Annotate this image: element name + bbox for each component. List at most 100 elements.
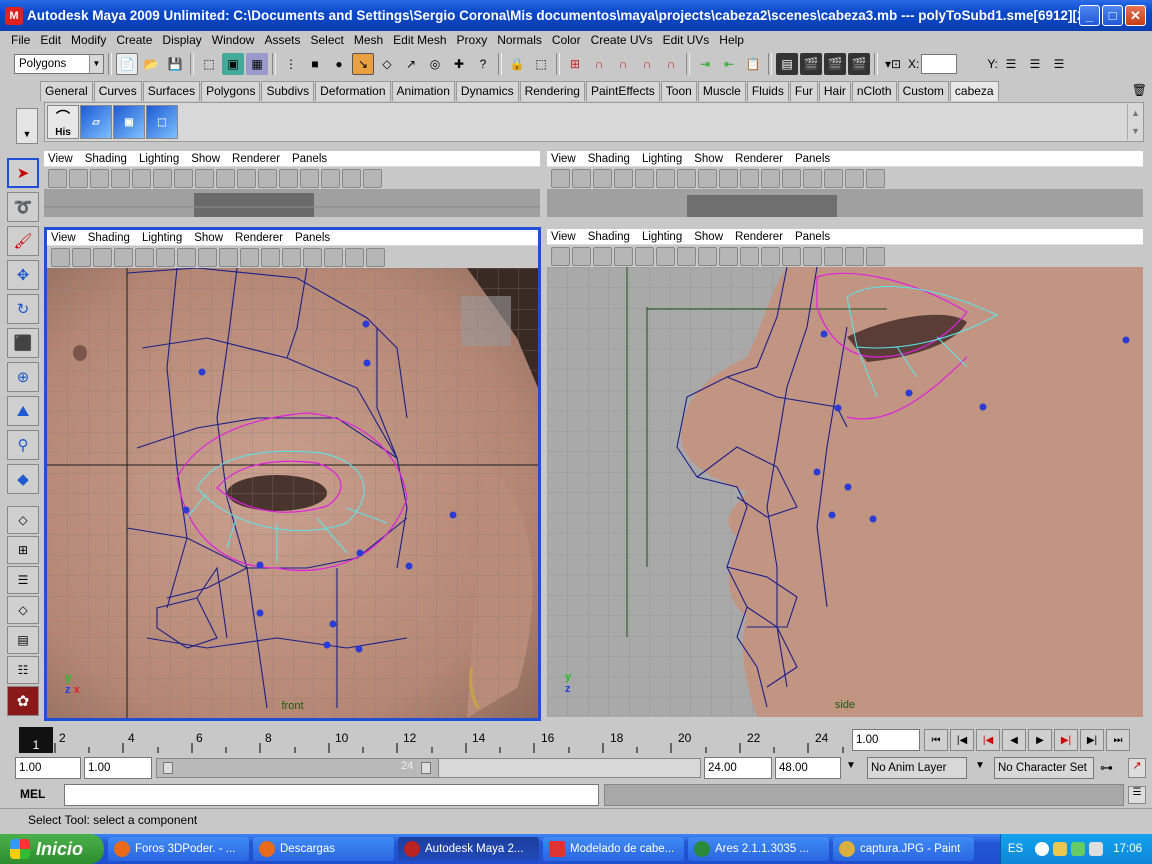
- select-tool-icon[interactable]: ➤: [7, 158, 39, 188]
- construction-history-icon[interactable]: 📋: [742, 53, 764, 75]
- shelf-scroll-icon[interactable]: ▲ ▼: [1127, 104, 1143, 140]
- camera-attr-icon[interactable]: [69, 168, 88, 188]
- vp-menu-lighting[interactable]: Lighting: [642, 153, 682, 165]
- taskbar-item[interactable]: Modelado de cabe...: [543, 837, 684, 861]
- taskbar-item[interactable]: Descargas: [253, 837, 394, 861]
- flat-shade-icon[interactable]: [761, 246, 780, 266]
- shadow-icon[interactable]: [824, 168, 843, 188]
- menu-set-dropdown[interactable]: Polygons ▼: [14, 54, 104, 74]
- lasso-tool-icon[interactable]: ➰: [7, 192, 39, 222]
- vp-menu-panels[interactable]: Panels: [795, 231, 830, 243]
- input-box-icon[interactable]: ▾⊡: [882, 53, 904, 75]
- rotate-tool-icon[interactable]: ↻: [7, 294, 39, 324]
- go-to-end-icon[interactable]: ⏭: [1106, 729, 1130, 751]
- new-scene-icon[interactable]: 📄: [116, 53, 138, 75]
- minimize-button[interactable]: _: [1079, 5, 1100, 26]
- script-editor-icon[interactable]: ☰: [1128, 786, 1146, 804]
- shelf-tab-muscle[interactable]: Muscle: [697, 81, 746, 101]
- viewport-top-left[interactable]: View Shading Lighting Show Renderer Pane…: [44, 151, 540, 217]
- wireframe-icon[interactable]: [719, 246, 738, 266]
- texture-icon[interactable]: [279, 168, 298, 188]
- shelf-tab-surfaces[interactable]: Surfaces: [142, 81, 201, 101]
- open-scene-icon[interactable]: 📂: [140, 53, 162, 75]
- anim-layer-dropdown[interactable]: No Anim Layer: [867, 757, 967, 779]
- vp-menu-show[interactable]: Show: [694, 231, 723, 243]
- menu-proxy[interactable]: Proxy: [452, 33, 493, 47]
- light-icon[interactable]: [300, 168, 319, 188]
- texture-icon[interactable]: [282, 247, 301, 267]
- menu-create-uvs[interactable]: Create UVs: [586, 33, 658, 47]
- highlight-selection-icon[interactable]: ⬚: [530, 53, 552, 75]
- lock-selection-icon[interactable]: 🔒: [506, 53, 528, 75]
- render-current-icon[interactable]: 🎬: [800, 53, 822, 75]
- wireframe-icon[interactable]: [216, 168, 235, 188]
- image-plane-icon[interactable]: [614, 168, 633, 188]
- camera-icon[interactable]: [551, 246, 570, 266]
- character-set-chevron-icon[interactable]: ▼: [975, 760, 985, 771]
- step-back-frame-icon[interactable]: |◀: [950, 729, 974, 751]
- menu-window[interactable]: Window: [207, 33, 260, 47]
- bookmark-icon[interactable]: [593, 168, 612, 188]
- step-forward-key-icon[interactable]: ▶|: [1054, 729, 1078, 751]
- taskbar-item[interactable]: Foros 3DPoder. - ...: [108, 837, 249, 861]
- play-backwards-icon[interactable]: ◀: [1002, 729, 1026, 751]
- command-language-label[interactable]: MEL: [20, 787, 45, 801]
- taskbar-item[interactable]: Ares 2.1.1.3035 ...: [688, 837, 829, 861]
- shelf-tab-animation[interactable]: Animation: [391, 81, 455, 101]
- grid-icon[interactable]: [635, 246, 654, 266]
- select-object-icon[interactable]: ▣: [222, 53, 244, 75]
- play-forwards-icon[interactable]: ▶: [1028, 729, 1052, 751]
- end-time-field[interactable]: 48.00: [775, 757, 841, 779]
- universal-manipulator-icon[interactable]: ⊕: [7, 362, 39, 392]
- select-component-icon[interactable]: ▦: [246, 53, 268, 75]
- camera-icon[interactable]: [551, 168, 570, 188]
- vp-menu-shading[interactable]: Shading: [588, 153, 630, 165]
- shelf-menu-icon[interactable]: ▼: [16, 108, 38, 144]
- render-settings-icon[interactable]: 🎬: [848, 53, 870, 75]
- menu-select[interactable]: Select: [305, 33, 348, 47]
- scale-tool-icon[interactable]: ⬛: [7, 328, 39, 358]
- curve-mask-icon[interactable]: ↗: [400, 53, 422, 75]
- cube-shelf-icon[interactable]: ▣: [113, 105, 145, 139]
- vp-menu-view[interactable]: View: [51, 232, 76, 244]
- xray-icon[interactable]: [342, 168, 361, 188]
- plane-shelf-icon[interactable]: ▱: [80, 105, 112, 139]
- tray-folder-icon[interactable]: [1053, 842, 1068, 856]
- go-to-start-icon[interactable]: ⏮: [924, 729, 948, 751]
- viewport-front[interactable]: View Shading Lighting Show Renderer Pane…: [44, 227, 541, 721]
- snap-live-icon[interactable]: ∩: [660, 53, 682, 75]
- attribute-editor-icon[interactable]: ☰: [1000, 53, 1022, 75]
- playback-start-field[interactable]: 1.00: [84, 757, 152, 779]
- shelf-tab-rendering[interactable]: Rendering: [519, 81, 585, 101]
- grid-icon[interactable]: [132, 168, 151, 188]
- vp-menu-renderer[interactable]: Renderer: [232, 153, 280, 165]
- menu-display[interactable]: Display: [157, 33, 206, 47]
- taskbar-item[interactable]: captura.JPG - Paint: [833, 837, 974, 861]
- vp-menu-panels[interactable]: Panels: [292, 153, 327, 165]
- menu-edit-mesh[interactable]: Edit Mesh: [388, 33, 451, 47]
- shelf-tab-subdivs[interactable]: Subdivs: [261, 81, 315, 101]
- handle-mask-icon[interactable]: ◇: [376, 53, 398, 75]
- film-gate-icon[interactable]: [656, 168, 675, 188]
- vp-menu-shading[interactable]: Shading: [85, 153, 127, 165]
- last-tool-icon[interactable]: ◆: [7, 464, 39, 494]
- layout-single-icon[interactable]: ◇: [7, 506, 39, 534]
- maximize-button[interactable]: □: [1102, 5, 1123, 26]
- flat-shade-icon[interactable]: [258, 168, 277, 188]
- shelf-tab-fluids[interactable]: Fluids: [746, 81, 789, 101]
- safe-area-icon[interactable]: [198, 247, 217, 267]
- camera-attr-icon[interactable]: [572, 168, 591, 188]
- range-slider[interactable]: 24: [156, 758, 701, 778]
- start-button[interactable]: Inicio: [0, 834, 104, 864]
- smooth-shade-icon[interactable]: [240, 247, 259, 267]
- shelf-tab-polygons[interactable]: Polygons: [201, 81, 261, 101]
- vp-menu-shading[interactable]: Shading: [588, 231, 630, 243]
- auto-key-icon[interactable]: ⊶: [1100, 760, 1113, 776]
- shelf-tab-fur[interactable]: Fur: [789, 81, 818, 101]
- vp-menu-renderer[interactable]: Renderer: [735, 231, 783, 243]
- range-start-handle[interactable]: [163, 762, 173, 774]
- camera-attr-icon[interactable]: [72, 247, 91, 267]
- shadow-icon[interactable]: [824, 246, 843, 266]
- shadow-icon[interactable]: [324, 247, 343, 267]
- menu-color[interactable]: Color: [547, 33, 586, 47]
